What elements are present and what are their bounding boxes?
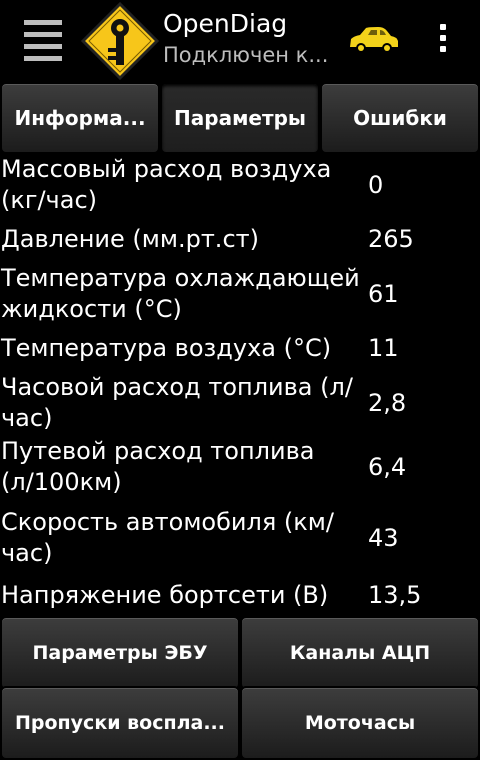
param-value: 61 [368, 279, 399, 308]
param-value: 265 [368, 224, 414, 253]
parameters-list[interactable]: Массовый расход воздуха (кг/час) 0 Давле… [0, 154, 480, 614]
list-item: Скорость автомобиля (км/час) 43 [0, 499, 480, 577]
ecu-parameters-button[interactable]: Параметры ЭБУ [0, 616, 240, 690]
bottom-buttons: Параметры ЭБУ Каналы АЦП Пропуски воспла… [0, 614, 480, 760]
key-diamond-icon[interactable] [80, 2, 160, 80]
param-name: Массовый расход воздуха (кг/час) [1, 155, 332, 214]
list-item: Температура воздуха (°С) 11 [0, 326, 480, 371]
param-name: Путевой расход топлива (л/100км) [1, 437, 315, 496]
param-value: 0 [368, 170, 384, 199]
list-item: Давление (мм.рт.ст) 265 [0, 216, 480, 262]
tab-info[interactable]: Информа... [0, 82, 160, 154]
param-value: 6,4 [368, 452, 407, 481]
app-title: OpenDiag [163, 9, 288, 38]
param-value: 11 [368, 334, 399, 362]
list-item: Часовой расход топлива (л/час) 2,8 [0, 371, 480, 435]
action-bar: OpenDiag Подключен к... [0, 0, 480, 81]
list-item: Напряжение бортсети (В) 13,5 [0, 577, 480, 614]
param-name: Напряжение бортсети (В) [1, 581, 329, 609]
hamburger-icon[interactable] [24, 20, 62, 61]
engine-hours-button[interactable]: Моточасы [240, 686, 480, 760]
list-item: Массовый расход воздуха (кг/час) 0 [0, 154, 480, 216]
adc-channels-button[interactable]: Каналы АЦП [240, 616, 480, 690]
param-name: Часовой расход топлива (л/час) [1, 373, 353, 432]
param-name: Давление (мм.рт.ст) [1, 224, 259, 253]
param-value: 43 [368, 523, 399, 552]
param-value: 2,8 [368, 388, 407, 417]
tab-bar: Информа... Параметры Ошибки [0, 81, 480, 154]
tab-parameters[interactable]: Параметры [160, 82, 320, 154]
param-name: Температура охлаждающей жидкости (°С) [1, 264, 360, 323]
misfires-button[interactable]: Пропуски воспла... [0, 686, 240, 760]
list-item: Температура охлаждающей жидкости (°С) 61 [0, 262, 480, 326]
param-value: 13,5 [368, 581, 422, 609]
param-name: Скорость автомобиля (км/час) [1, 508, 334, 567]
overflow-menu-icon[interactable] [430, 24, 456, 56]
tab-errors[interactable]: Ошибки [320, 82, 480, 154]
connection-status: Подключен к... [163, 43, 329, 67]
list-item: Путевой расход топлива (л/100км) 6,4 [0, 435, 480, 499]
param-name: Температура воздуха (°С) [1, 334, 332, 362]
car-icon[interactable] [346, 24, 400, 56]
